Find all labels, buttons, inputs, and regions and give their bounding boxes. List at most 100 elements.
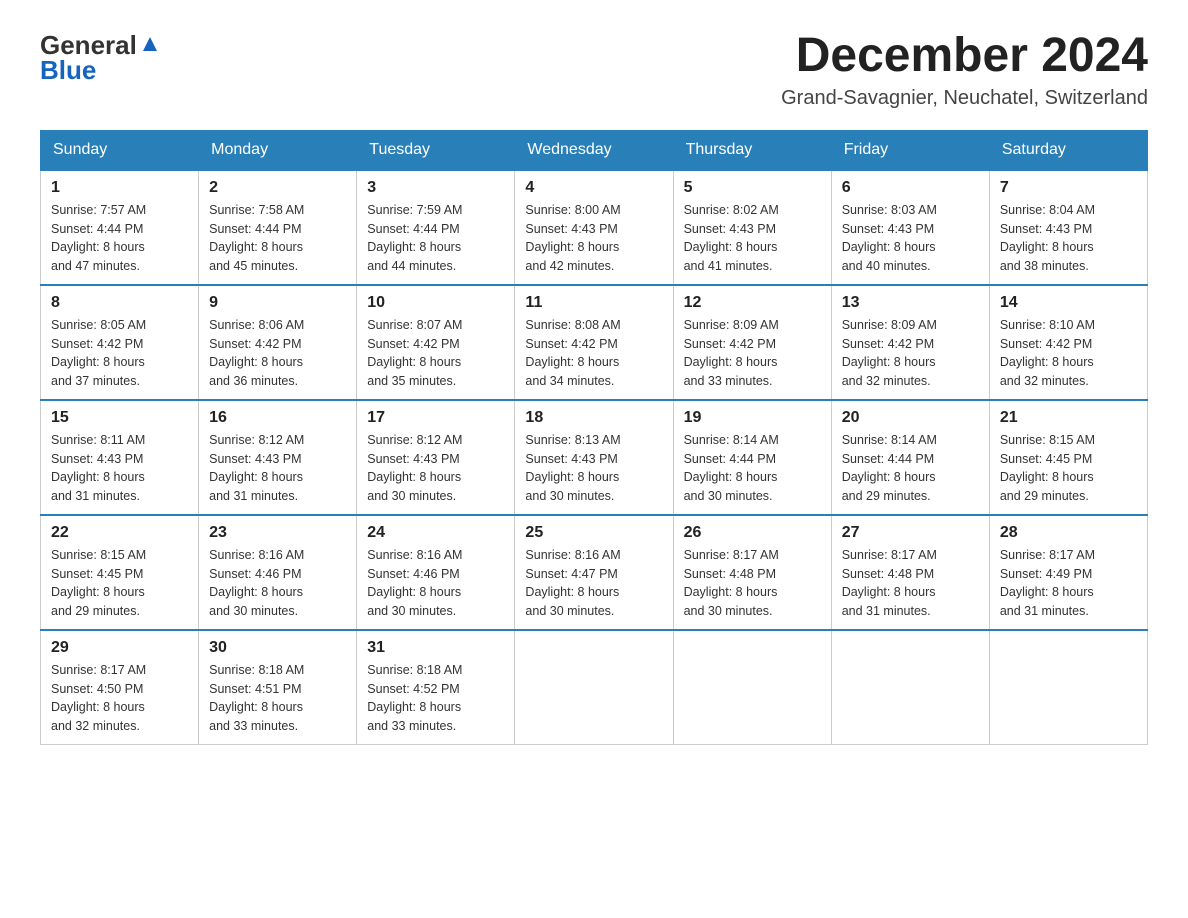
day-info: Sunrise: 8:04 AM Sunset: 4:43 PM Dayligh… [1000, 201, 1137, 276]
day-info: Sunrise: 8:09 AM Sunset: 4:42 PM Dayligh… [684, 316, 821, 391]
calendar-day-cell: 15 Sunrise: 8:11 AM Sunset: 4:43 PM Dayl… [41, 400, 199, 515]
day-info: Sunrise: 8:17 AM Sunset: 4:48 PM Dayligh… [842, 546, 979, 621]
calendar-day-cell: 19 Sunrise: 8:14 AM Sunset: 4:44 PM Dayl… [673, 400, 831, 515]
day-info: Sunrise: 8:14 AM Sunset: 4:44 PM Dayligh… [684, 431, 821, 506]
day-number: 25 [525, 524, 662, 542]
day-info: Sunrise: 8:12 AM Sunset: 4:43 PM Dayligh… [209, 431, 346, 506]
day-number: 21 [1000, 409, 1137, 427]
day-number: 27 [842, 524, 979, 542]
calendar-day-cell: 9 Sunrise: 8:06 AM Sunset: 4:42 PM Dayli… [199, 285, 357, 400]
calendar-day-cell: 6 Sunrise: 8:03 AM Sunset: 4:43 PM Dayli… [831, 170, 989, 285]
weekday-header-thursday: Thursday [673, 130, 831, 170]
day-number: 6 [842, 179, 979, 197]
calendar-day-cell: 4 Sunrise: 8:00 AM Sunset: 4:43 PM Dayli… [515, 170, 673, 285]
calendar-day-cell: 11 Sunrise: 8:08 AM Sunset: 4:42 PM Dayl… [515, 285, 673, 400]
day-info: Sunrise: 8:15 AM Sunset: 4:45 PM Dayligh… [1000, 431, 1137, 506]
day-number: 16 [209, 409, 346, 427]
logo-blue-text: Blue [40, 57, 96, 83]
calendar-week-row: 15 Sunrise: 8:11 AM Sunset: 4:43 PM Dayl… [41, 400, 1148, 515]
calendar-week-row: 22 Sunrise: 8:15 AM Sunset: 4:45 PM Dayl… [41, 515, 1148, 630]
calendar-day-cell: 23 Sunrise: 8:16 AM Sunset: 4:46 PM Dayl… [199, 515, 357, 630]
weekday-header-saturday: Saturday [989, 130, 1147, 170]
calendar-empty-cell [515, 630, 673, 745]
calendar-empty-cell [989, 630, 1147, 745]
calendar-day-cell: 27 Sunrise: 8:17 AM Sunset: 4:48 PM Dayl… [831, 515, 989, 630]
calendar-day-cell: 25 Sunrise: 8:16 AM Sunset: 4:47 PM Dayl… [515, 515, 673, 630]
calendar-empty-cell [673, 630, 831, 745]
day-info: Sunrise: 8:16 AM Sunset: 4:46 PM Dayligh… [209, 546, 346, 621]
page-header: General Blue December 2024 Grand-Savagni… [40, 30, 1148, 110]
day-number: 7 [1000, 179, 1137, 197]
day-info: Sunrise: 8:08 AM Sunset: 4:42 PM Dayligh… [525, 316, 662, 391]
calendar-day-cell: 2 Sunrise: 7:58 AM Sunset: 4:44 PM Dayli… [199, 170, 357, 285]
day-info: Sunrise: 7:57 AM Sunset: 4:44 PM Dayligh… [51, 201, 188, 276]
calendar-day-cell: 21 Sunrise: 8:15 AM Sunset: 4:45 PM Dayl… [989, 400, 1147, 515]
weekday-header-wednesday: Wednesday [515, 130, 673, 170]
weekday-header-tuesday: Tuesday [357, 130, 515, 170]
day-info: Sunrise: 8:17 AM Sunset: 4:48 PM Dayligh… [684, 546, 821, 621]
calendar-day-cell: 24 Sunrise: 8:16 AM Sunset: 4:46 PM Dayl… [357, 515, 515, 630]
day-number: 18 [525, 409, 662, 427]
calendar-day-cell: 16 Sunrise: 8:12 AM Sunset: 4:43 PM Dayl… [199, 400, 357, 515]
day-number: 17 [367, 409, 504, 427]
calendar-day-cell: 30 Sunrise: 8:18 AM Sunset: 4:51 PM Dayl… [199, 630, 357, 745]
calendar-day-cell: 1 Sunrise: 7:57 AM Sunset: 4:44 PM Dayli… [41, 170, 199, 285]
day-number: 20 [842, 409, 979, 427]
logo-triangle-icon [139, 33, 161, 55]
weekday-header-friday: Friday [831, 130, 989, 170]
calendar-day-cell: 28 Sunrise: 8:17 AM Sunset: 4:49 PM Dayl… [989, 515, 1147, 630]
weekday-header-row: SundayMondayTuesdayWednesdayThursdayFrid… [41, 130, 1148, 170]
day-info: Sunrise: 8:09 AM Sunset: 4:42 PM Dayligh… [842, 316, 979, 391]
calendar-day-cell: 12 Sunrise: 8:09 AM Sunset: 4:42 PM Dayl… [673, 285, 831, 400]
day-number: 4 [525, 179, 662, 197]
day-info: Sunrise: 8:17 AM Sunset: 4:50 PM Dayligh… [51, 661, 188, 736]
day-info: Sunrise: 8:14 AM Sunset: 4:44 PM Dayligh… [842, 431, 979, 506]
day-number: 28 [1000, 524, 1137, 542]
day-number: 14 [1000, 294, 1137, 312]
calendar-day-cell: 17 Sunrise: 8:12 AM Sunset: 4:43 PM Dayl… [357, 400, 515, 515]
day-info: Sunrise: 8:06 AM Sunset: 4:42 PM Dayligh… [209, 316, 346, 391]
calendar-day-cell: 20 Sunrise: 8:14 AM Sunset: 4:44 PM Dayl… [831, 400, 989, 515]
day-info: Sunrise: 8:03 AM Sunset: 4:43 PM Dayligh… [842, 201, 979, 276]
calendar-day-cell: 3 Sunrise: 7:59 AM Sunset: 4:44 PM Dayli… [357, 170, 515, 285]
logo: General Blue [40, 30, 161, 83]
day-number: 13 [842, 294, 979, 312]
day-info: Sunrise: 8:13 AM Sunset: 4:43 PM Dayligh… [525, 431, 662, 506]
calendar-day-cell: 8 Sunrise: 8:05 AM Sunset: 4:42 PM Dayli… [41, 285, 199, 400]
day-number: 30 [209, 639, 346, 657]
weekday-header-monday: Monday [199, 130, 357, 170]
calendar-empty-cell [831, 630, 989, 745]
calendar-day-cell: 7 Sunrise: 8:04 AM Sunset: 4:43 PM Dayli… [989, 170, 1147, 285]
month-title: December 2024 [781, 30, 1148, 83]
calendar-day-cell: 18 Sunrise: 8:13 AM Sunset: 4:43 PM Dayl… [515, 400, 673, 515]
calendar-day-cell: 26 Sunrise: 8:17 AM Sunset: 4:48 PM Dayl… [673, 515, 831, 630]
day-number: 10 [367, 294, 504, 312]
day-number: 8 [51, 294, 188, 312]
day-number: 31 [367, 639, 504, 657]
day-number: 24 [367, 524, 504, 542]
calendar-week-row: 8 Sunrise: 8:05 AM Sunset: 4:42 PM Dayli… [41, 285, 1148, 400]
calendar-day-cell: 5 Sunrise: 8:02 AM Sunset: 4:43 PM Dayli… [673, 170, 831, 285]
day-info: Sunrise: 8:16 AM Sunset: 4:46 PM Dayligh… [367, 546, 504, 621]
day-info: Sunrise: 8:16 AM Sunset: 4:47 PM Dayligh… [525, 546, 662, 621]
day-number: 22 [51, 524, 188, 542]
day-number: 3 [367, 179, 504, 197]
day-number: 12 [684, 294, 821, 312]
day-number: 26 [684, 524, 821, 542]
day-number: 9 [209, 294, 346, 312]
calendar-day-cell: 13 Sunrise: 8:09 AM Sunset: 4:42 PM Dayl… [831, 285, 989, 400]
calendar-day-cell: 10 Sunrise: 8:07 AM Sunset: 4:42 PM Dayl… [357, 285, 515, 400]
location: Grand-Savagnier, Neuchatel, Switzerland [781, 87, 1148, 110]
day-info: Sunrise: 8:02 AM Sunset: 4:43 PM Dayligh… [684, 201, 821, 276]
day-info: Sunrise: 7:58 AM Sunset: 4:44 PM Dayligh… [209, 201, 346, 276]
day-info: Sunrise: 8:15 AM Sunset: 4:45 PM Dayligh… [51, 546, 188, 621]
weekday-header-sunday: Sunday [41, 130, 199, 170]
day-info: Sunrise: 7:59 AM Sunset: 4:44 PM Dayligh… [367, 201, 504, 276]
day-number: 23 [209, 524, 346, 542]
day-info: Sunrise: 8:18 AM Sunset: 4:52 PM Dayligh… [367, 661, 504, 736]
day-info: Sunrise: 8:00 AM Sunset: 4:43 PM Dayligh… [525, 201, 662, 276]
day-info: Sunrise: 8:17 AM Sunset: 4:49 PM Dayligh… [1000, 546, 1137, 621]
calendar-table: SundayMondayTuesdayWednesdayThursdayFrid… [40, 130, 1148, 745]
calendar-day-cell: 29 Sunrise: 8:17 AM Sunset: 4:50 PM Dayl… [41, 630, 199, 745]
day-info: Sunrise: 8:10 AM Sunset: 4:42 PM Dayligh… [1000, 316, 1137, 391]
